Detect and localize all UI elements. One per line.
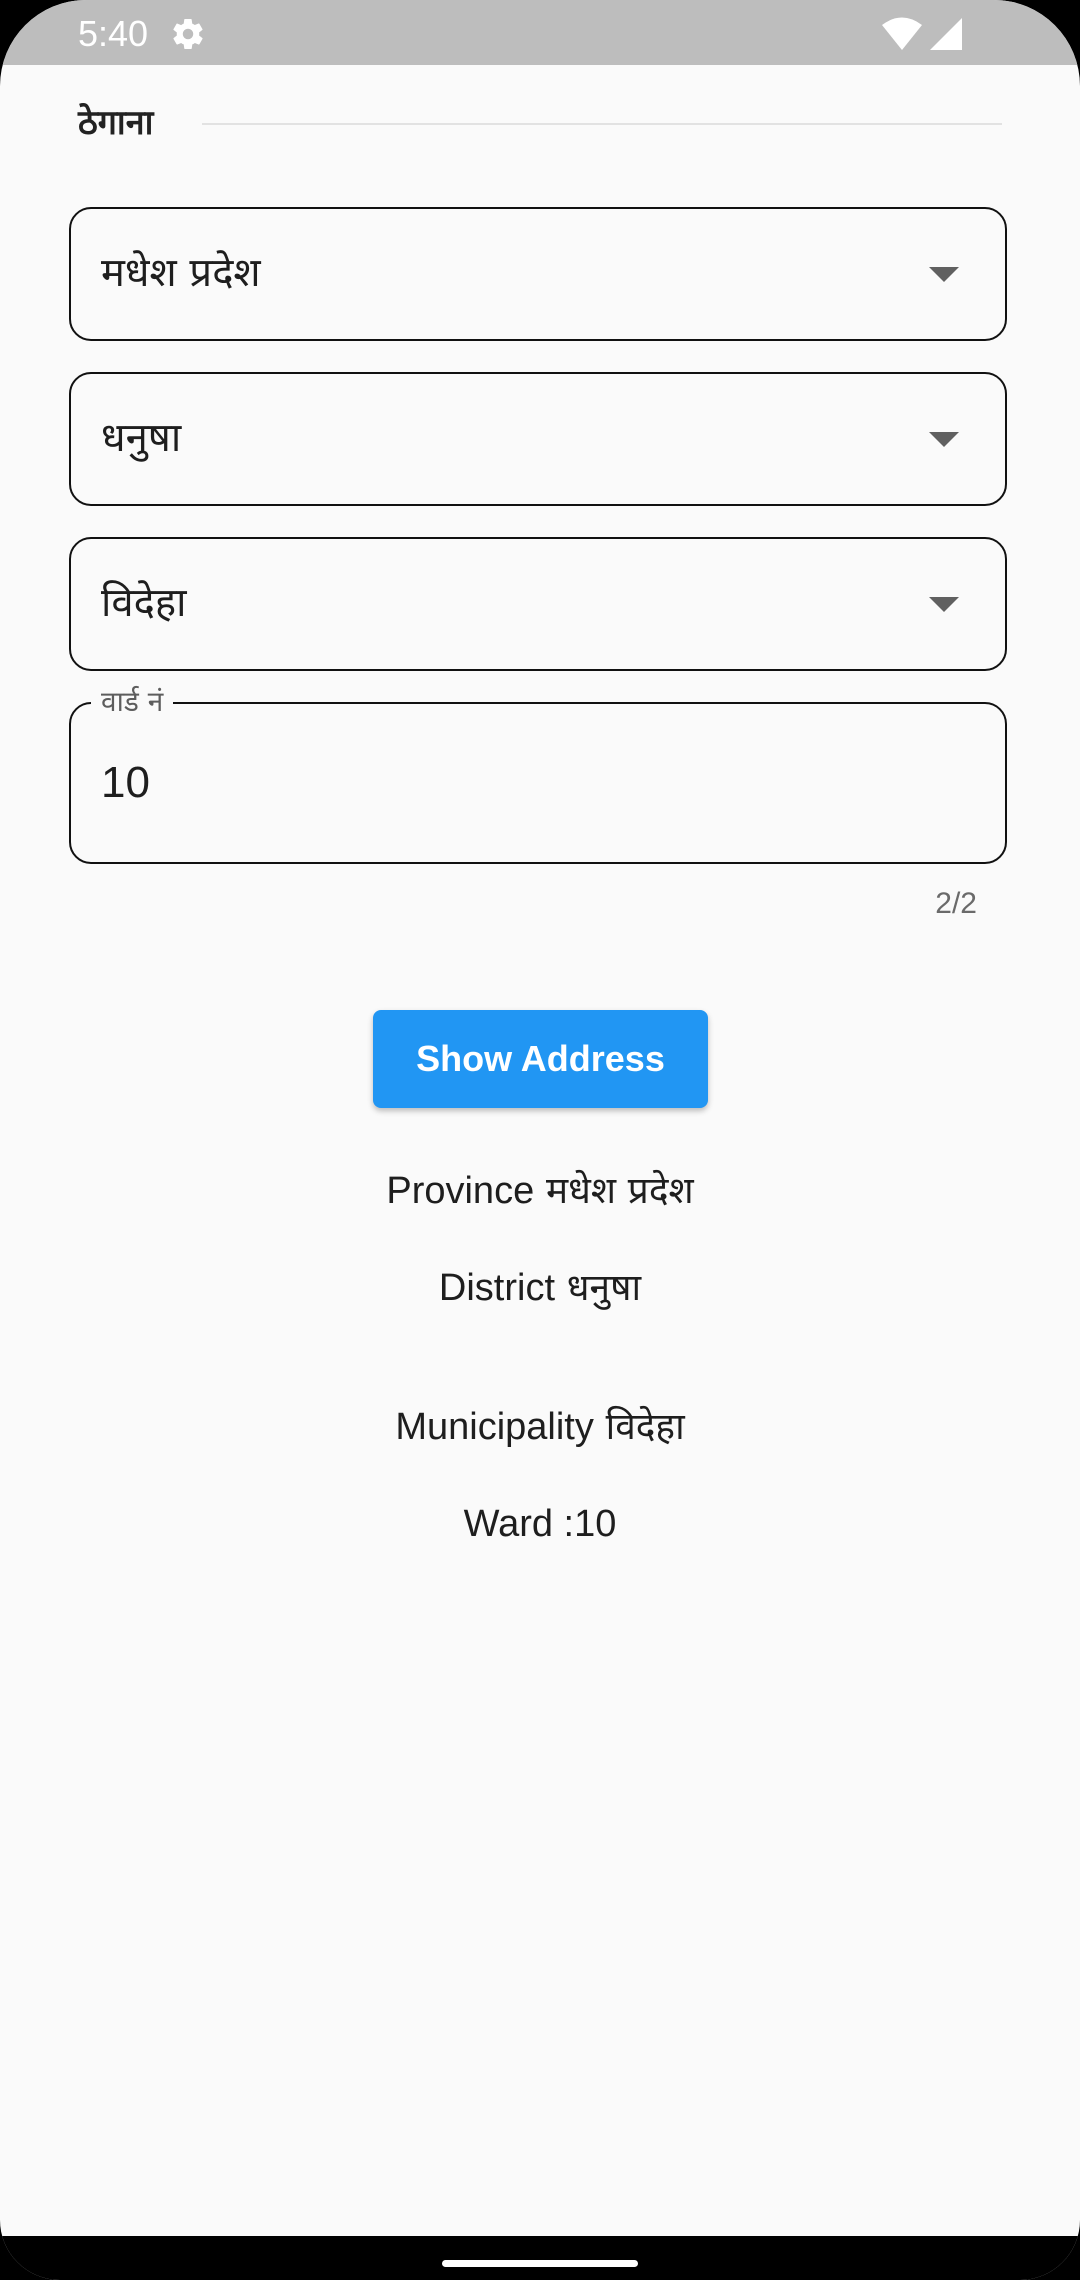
province-dropdown-value: मधेश प्रदेश (101, 250, 261, 296)
district-dropdown[interactable]: धनुषा (69, 372, 1007, 506)
chevron-down-icon (929, 432, 959, 447)
app-screen: 5:40 ठेगाना मधेश प्रदेश धनुषा विदेहा वार… (0, 0, 1080, 2280)
result-ward: Ward :10 (463, 1503, 617, 1545)
result-province-label: Province (386, 1170, 535, 1212)
municipality-dropdown-value: विदेहा (101, 580, 187, 626)
result-municipality-label: Municipality (395, 1406, 594, 1448)
wifi-icon (882, 17, 922, 50)
section-title: ठेगाना (78, 103, 154, 143)
signal-icon (930, 18, 962, 50)
result-district-label: District (438, 1267, 556, 1309)
status-bar: 5:40 (0, 0, 1080, 65)
province-dropdown[interactable]: मधेश प्रदेश (69, 207, 1007, 341)
section-divider (202, 123, 1002, 125)
show-address-button[interactable]: Show Address (373, 1010, 708, 1108)
chevron-down-icon (929, 267, 959, 282)
ward-input[interactable]: वार्ड नं 10 (69, 682, 1007, 864)
result-district-value: धनुषा (566, 1266, 642, 1309)
municipality-dropdown[interactable]: विदेहा (69, 537, 1007, 671)
ward-input-value[interactable]: 10 (101, 704, 150, 861)
district-dropdown-value: धनुषा (101, 415, 182, 461)
result-province-value: मधेश प्रदेश (545, 1169, 694, 1212)
status-time: 5:40 (78, 13, 149, 54)
chevron-down-icon (929, 597, 959, 612)
address-section-header: ठेगाना (78, 98, 1004, 148)
home-gesture-handle[interactable] (442, 2260, 638, 2267)
result-municipality: Municipality विदेहा (0, 1402, 1080, 1452)
ward-character-counter: 2/2 (935, 887, 977, 920)
result-province: Province मधेश प्रदेश (0, 1166, 1080, 1216)
result-municipality-value: विदेहा (605, 1405, 685, 1448)
navigation-bar (0, 2236, 1080, 2280)
result-district: District धनुषा (0, 1263, 1080, 1313)
gear-icon (173, 19, 203, 50)
